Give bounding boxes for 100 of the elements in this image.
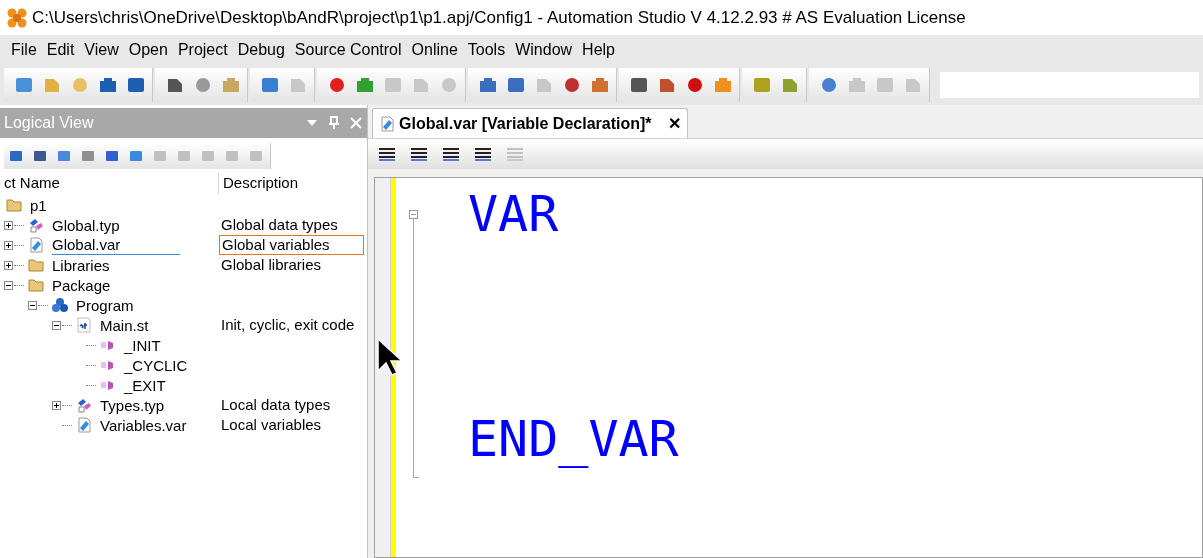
tool-icon xyxy=(562,75,582,95)
tool-icon xyxy=(14,75,34,95)
menu-item[interactable]: Window xyxy=(510,38,578,62)
tool-icon xyxy=(200,148,216,164)
menu-item[interactable]: Debug xyxy=(232,38,290,62)
tool-icon xyxy=(752,75,772,95)
folder-icon xyxy=(28,278,44,292)
format-icon xyxy=(409,146,429,162)
menu-item[interactable]: File xyxy=(6,38,42,62)
code-line: VAR xyxy=(468,184,560,244)
menu-item[interactable]: Edit xyxy=(41,38,80,62)
menu-item[interactable]: Help xyxy=(577,38,620,62)
structured-text-icon xyxy=(76,317,92,333)
tool-icon xyxy=(248,148,264,164)
description-cell: Global variables xyxy=(219,235,364,255)
tool-icon xyxy=(56,148,72,164)
tree-item[interactable]: Types.typ xyxy=(100,395,165,415)
folder-icon xyxy=(6,198,22,212)
tool-icon xyxy=(70,75,90,95)
tool-icon xyxy=(224,148,240,164)
tree-item[interactable]: Libraries xyxy=(52,255,110,275)
editor-tab[interactable]: Global.var [Variable Declaration]* ✕ xyxy=(372,108,688,138)
variable-file-icon xyxy=(28,237,44,253)
tool-icon xyxy=(221,75,241,95)
close-icon[interactable] xyxy=(349,116,363,130)
tree-item[interactable]: p1 xyxy=(30,195,47,215)
data-type-icon xyxy=(76,397,92,413)
expand-icon[interactable] xyxy=(4,260,13,270)
tool-icon xyxy=(478,75,498,95)
tool-icon xyxy=(590,75,610,95)
column-header[interactable]: ct Name xyxy=(0,172,219,194)
description-cell-text: Global libraries xyxy=(220,256,323,274)
tool-icon xyxy=(152,148,168,164)
action-icon xyxy=(100,379,116,391)
description-cell-text: Local data types xyxy=(220,396,332,414)
tool-icon xyxy=(128,148,144,164)
tool-icon xyxy=(193,75,213,95)
tree-item[interactable]: _CYCLIC xyxy=(124,355,188,375)
expand-icon[interactable] xyxy=(52,400,61,410)
tool-icon xyxy=(875,75,895,95)
tool-icon xyxy=(327,75,347,95)
window-title: C:\Users\chris\OneDrive\Desktop\bAndR\project\p1\p1.apj/Config1 - Automation Studio V 4.12.2.93 # AS Evaluation License xyxy=(32,6,966,29)
tree-item[interactable]: Global.typ xyxy=(52,215,120,235)
tool-icon xyxy=(819,75,839,95)
fold-icon[interactable] xyxy=(408,210,418,219)
tool-icon xyxy=(8,148,24,164)
collapse-icon[interactable] xyxy=(4,280,13,290)
tool-icon xyxy=(383,75,403,95)
description-cell-text: Global data types xyxy=(220,216,339,234)
tree-item[interactable]: Variables.var xyxy=(100,415,187,435)
menu-item[interactable]: Source Control xyxy=(289,38,407,62)
format-icon xyxy=(441,146,461,162)
tree-item[interactable]: _INIT xyxy=(124,335,161,355)
panel-title: Logical View xyxy=(4,113,95,133)
menu-item[interactable]: View xyxy=(79,38,124,62)
tool-icon xyxy=(685,75,705,95)
collapse-icon[interactable] xyxy=(28,300,37,310)
mouse-pointer-icon xyxy=(377,338,403,376)
tool-icon xyxy=(126,75,146,95)
menu-item[interactable]: Project xyxy=(172,38,233,62)
format-icon xyxy=(505,146,525,162)
tool-icon xyxy=(629,75,649,95)
variable-file-icon xyxy=(76,417,92,433)
tree-item[interactable]: Package xyxy=(52,275,111,295)
tree-item[interactable]: _EXIT xyxy=(124,375,166,395)
menu-item[interactable]: Open xyxy=(123,38,173,62)
tree-item[interactable]: Global.var xyxy=(52,235,181,255)
format-icon xyxy=(473,146,493,162)
column-header[interactable]: Description xyxy=(219,171,299,195)
tool-icon xyxy=(176,148,192,164)
tree-item[interactable]: Main.st xyxy=(100,315,149,335)
menu-item[interactable]: Tools xyxy=(462,38,511,62)
action-icon xyxy=(100,339,116,351)
expand-icon[interactable] xyxy=(4,240,13,250)
data-type-icon xyxy=(28,217,44,233)
pin-icon[interactable] xyxy=(327,116,341,130)
format-icon xyxy=(377,146,397,162)
close-button[interactable]: ✕ xyxy=(667,111,681,136)
expand-icon[interactable] xyxy=(4,220,13,230)
action-icon xyxy=(100,359,116,371)
variable-file-icon xyxy=(379,115,395,132)
tool-icon xyxy=(506,75,526,95)
code-line: END_VAR xyxy=(468,409,679,469)
tool-icon xyxy=(439,75,459,95)
tool-icon xyxy=(260,75,280,95)
tool-icon xyxy=(80,148,96,164)
tool-icon xyxy=(104,148,120,164)
menu-item[interactable]: Online xyxy=(406,38,463,62)
app-logo-icon xyxy=(6,6,28,29)
tool-icon xyxy=(847,75,867,95)
tool-icon xyxy=(355,75,375,95)
folder-icon xyxy=(28,258,44,272)
tool-icon xyxy=(713,75,733,95)
program-icon xyxy=(52,297,68,313)
description-cell-text: Local variables xyxy=(220,416,323,434)
tool-icon xyxy=(32,148,48,164)
tool-icon xyxy=(98,75,118,95)
tree-item[interactable]: Program xyxy=(76,295,134,315)
collapse-icon[interactable] xyxy=(52,320,61,330)
tab-label: Global.var [Variable Declaration]* xyxy=(399,113,652,134)
